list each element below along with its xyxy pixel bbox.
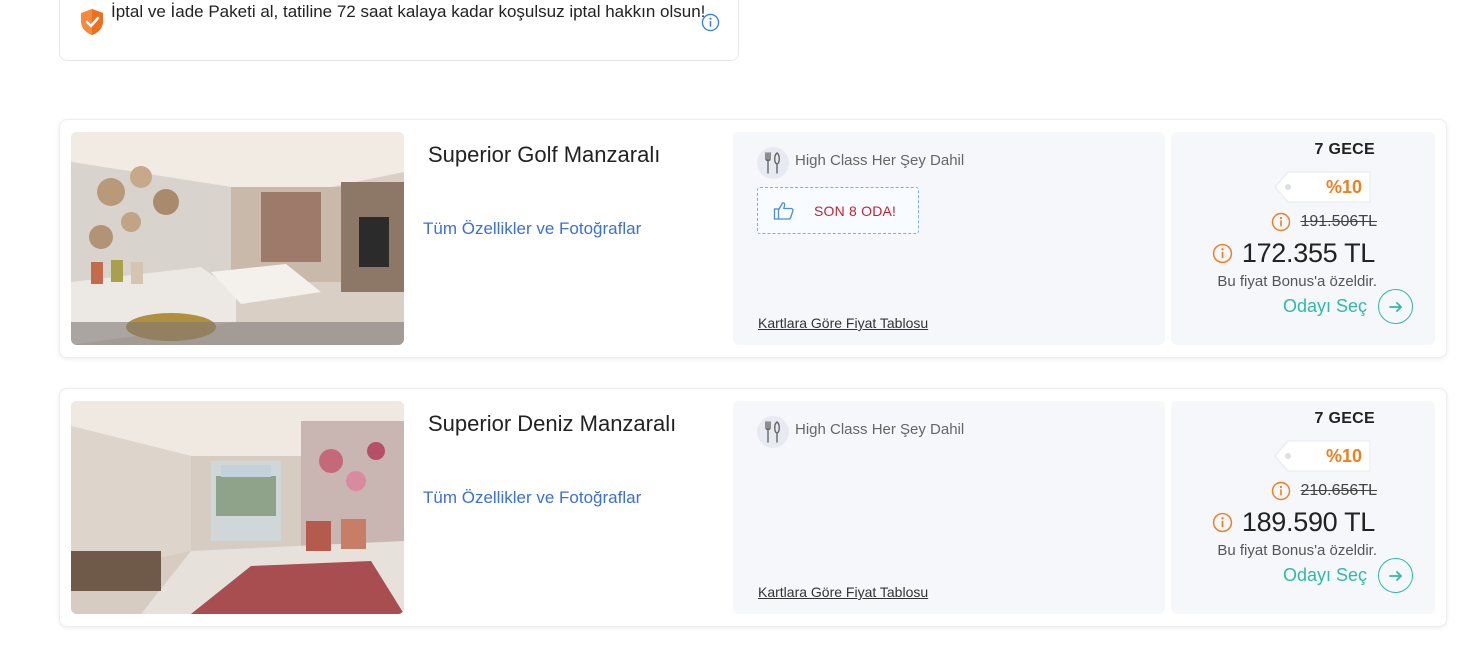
new-price-row: 189.590 TL (1212, 507, 1375, 538)
old-price: 191.506TL (1300, 213, 1377, 230)
old-price-row: 210.656TL (1271, 481, 1377, 501)
info-circle-icon[interactable] (1212, 512, 1233, 533)
select-room-button[interactable]: Odayı Seç (1283, 289, 1413, 324)
arrow-right-circle-icon[interactable] (1378, 558, 1413, 593)
shield-check-icon (81, 9, 103, 35)
card-price-table-link[interactable]: Kartlara Göre Fiyat Tablosu (758, 584, 928, 600)
arrow-right-circle-icon[interactable] (1378, 289, 1413, 324)
room-photo[interactable] (71, 132, 404, 345)
notice-text: İptal ve İade Paketi al, tatiline 72 saa… (111, 2, 706, 21)
board-type: High Class Her Şey Dahil (795, 421, 965, 438)
room-card: Superior Golf Manzaralı Tüm Özellikler v… (59, 119, 1447, 358)
discount-percent: %10 (1325, 446, 1362, 466)
thumbs-up-icon (773, 202, 794, 220)
board-panel: High Class Her Şey Dahil SON 8 ODA! Kart… (733, 132, 1165, 345)
last-rooms-badge: SON 8 ODA! (757, 187, 919, 234)
info-icon[interactable] (701, 13, 720, 32)
discount-percent: %10 (1325, 177, 1362, 197)
board-panel: High Class Her Şey Dahil Kartlara Göre F… (733, 401, 1165, 614)
info-circle-icon[interactable] (1271, 481, 1291, 501)
board-type: High Class Her Şey Dahil (795, 152, 965, 169)
cutlery-icon (757, 147, 789, 179)
cutlery-icon (757, 416, 789, 448)
new-price-row: 172.355 TL (1212, 238, 1375, 269)
select-room-button[interactable]: Odayı Seç (1283, 558, 1413, 593)
features-photos-link[interactable]: Tüm Özellikler ve Fotoğraflar (423, 219, 641, 239)
bonus-note: Bu fiyat Bonus'a özeldir. (1217, 542, 1377, 559)
new-price: 172.355 TL (1241, 238, 1375, 268)
nights-count: 7 GECE (1314, 410, 1375, 427)
nights-count: 7 GECE (1314, 141, 1375, 158)
room-card: Superior Deniz Manzaralı Tüm Özellikler … (59, 388, 1447, 627)
new-price: 189.590 TL (1241, 507, 1375, 537)
price-panel: 7 GECE %10 191.506TL 172.355 TL Bu fiyat… (1171, 132, 1435, 345)
info-circle-icon[interactable] (1212, 243, 1233, 264)
old-price-row: 191.506TL (1271, 212, 1377, 232)
old-price: 210.656TL (1300, 482, 1377, 499)
cancellation-notice: İptal ve İade Paketi al, tatiline 72 saa… (59, 0, 739, 61)
select-room-label: Odayı Seç (1282, 296, 1367, 316)
room-photo[interactable] (71, 401, 404, 614)
room-name: Superior Deniz Manzaralı (428, 411, 677, 436)
discount-tag: %10 (1274, 440, 1371, 472)
select-room-label: Odayı Seç (1282, 565, 1367, 585)
card-price-table-link[interactable]: Kartlara Göre Fiyat Tablosu (758, 315, 928, 331)
bonus-note: Bu fiyat Bonus'a özeldir. (1217, 273, 1377, 290)
discount-tag: %10 (1274, 171, 1371, 203)
info-circle-icon[interactable] (1271, 212, 1291, 232)
room-name: Superior Golf Manzaralı (428, 142, 661, 167)
stock-text: SON 8 ODA! (814, 203, 897, 219)
features-photos-link[interactable]: Tüm Özellikler ve Fotoğraflar (423, 488, 641, 508)
price-panel: 7 GECE %10 210.656TL 189.590 TL Bu fiyat… (1171, 401, 1435, 614)
